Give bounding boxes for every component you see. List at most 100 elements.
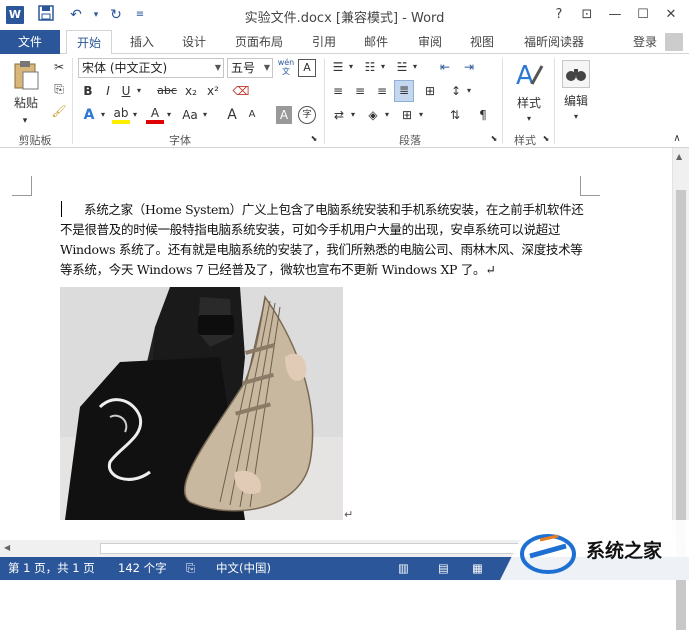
- numbering-icon[interactable]: ☷: [362, 58, 378, 76]
- font-color-dropdown-icon[interactable]: ▾: [164, 106, 174, 124]
- shading-dropdown-icon[interactable]: ▾: [382, 106, 392, 124]
- avatar[interactable]: [665, 33, 683, 51]
- multilevel-dropdown-icon[interactable]: ▾: [410, 58, 420, 76]
- styles-dropdown-icon[interactable]: ▾: [522, 110, 536, 128]
- paste-dropdown-icon[interactable]: ▾: [18, 112, 32, 130]
- font-size-value: 五号: [231, 61, 256, 75]
- text-effects-dropdown-icon[interactable]: ▾: [98, 106, 108, 124]
- shading-icon[interactable]: ◈: [364, 106, 382, 124]
- numbering-dropdown-icon[interactable]: ▾: [378, 58, 388, 76]
- distributed-icon[interactable]: ⊞: [420, 82, 440, 100]
- line-spacing-icon[interactable]: ↕: [448, 82, 464, 100]
- align-center-icon[interactable]: ≡: [352, 82, 368, 100]
- decrease-indent-icon[interactable]: ⇤: [436, 58, 454, 76]
- separator: [554, 58, 555, 144]
- tab-references[interactable]: 引用: [304, 30, 344, 54]
- font-name-value: 宋体 (中文正文): [82, 61, 168, 75]
- character-border-button[interactable]: A: [298, 59, 316, 77]
- word-count[interactable]: 142 个字: [118, 557, 167, 580]
- tab-review[interactable]: 审阅: [410, 30, 450, 54]
- cut-icon[interactable]: ✂: [50, 58, 68, 76]
- subscript-button[interactable]: x₂: [182, 82, 200, 100]
- tab-file[interactable]: 文件: [0, 30, 60, 54]
- collapse-ribbon-icon[interactable]: ∧: [670, 130, 684, 148]
- character-shading-icon[interactable]: A: [276, 106, 292, 124]
- font-group-label: 字体: [169, 134, 191, 147]
- read-mode-icon[interactable]: ▥: [398, 557, 409, 580]
- tab-page-layout[interactable]: 页面布局: [230, 30, 288, 54]
- tab-home[interactable]: 开始: [66, 30, 112, 55]
- paragraph-dialog-launcher-icon[interactable]: ⬊: [488, 130, 500, 148]
- print-layout-icon[interactable]: ▤: [438, 557, 449, 580]
- enclose-characters-icon[interactable]: 字: [298, 106, 316, 124]
- highlight-dropdown-icon[interactable]: ▾: [130, 106, 140, 124]
- show-marks-icon[interactable]: ¶: [474, 106, 492, 124]
- increase-indent-icon[interactable]: ⇥: [460, 58, 478, 76]
- maximize-button[interactable]: ☐: [632, 4, 654, 26]
- sort-icon[interactable]: ⇅: [446, 106, 464, 124]
- align-left-icon[interactable]: ≡: [330, 82, 346, 100]
- multilevel-list-icon[interactable]: ☱: [394, 58, 410, 76]
- document-image[interactable]: [60, 287, 343, 520]
- change-case-icon[interactable]: Aa: [180, 106, 200, 124]
- phonetic-guide-button[interactable]: wén 文: [276, 58, 296, 76]
- underline-dropdown-icon[interactable]: ▾: [134, 82, 144, 100]
- web-layout-icon[interactable]: ▦: [472, 557, 483, 580]
- tab-design[interactable]: 设计: [174, 30, 214, 54]
- tab-insert[interactable]: 插入: [122, 30, 162, 54]
- styles-dialog-launcher-icon[interactable]: ⬊: [540, 130, 552, 148]
- line-spacing-dropdown-icon[interactable]: ▾: [464, 82, 474, 100]
- scroll-left-icon[interactable]: ◀: [4, 543, 10, 552]
- proofing-icon[interactable]: ⎘: [186, 557, 195, 580]
- styles-icon[interactable]: A: [514, 58, 544, 92]
- tab-view[interactable]: 视图: [462, 30, 502, 54]
- ribbon-display-button[interactable]: ⊡: [576, 4, 598, 26]
- clear-formatting-icon[interactable]: ⌫: [232, 82, 250, 100]
- align-right-icon[interactable]: ≡: [374, 82, 390, 100]
- binoculars-icon[interactable]: [562, 60, 590, 88]
- text-direction-dropdown-icon[interactable]: ▾: [348, 106, 358, 124]
- minimize-button[interactable]: —: [604, 4, 626, 26]
- margin-corner-mark: [12, 176, 32, 196]
- tab-mailings[interactable]: 邮件: [356, 30, 396, 54]
- bullets-icon[interactable]: ☰: [330, 58, 346, 76]
- ribbon-tabs: 文件 开始 插入 设计 页面布局 引用 邮件 审阅 视图 福昕阅读器 登录: [0, 30, 689, 55]
- document-paragraph[interactable]: 系统之家（Home System）广义上包含了电脑系统安装和手机系统安装，在之前…: [60, 200, 590, 280]
- login-link[interactable]: 登录: [633, 30, 657, 54]
- help-button[interactable]: ?: [548, 4, 570, 26]
- font-name-combo[interactable]: 宋体 (中文正文) ▼: [78, 58, 224, 78]
- italic-button[interactable]: I: [100, 82, 116, 100]
- scroll-up-icon[interactable]: ▲: [676, 152, 682, 161]
- borders-icon[interactable]: ⊞: [398, 106, 416, 124]
- superscript-button[interactable]: x²: [204, 82, 222, 100]
- shrink-font-icon[interactable]: A: [244, 106, 260, 124]
- phonetic-guide-label: wén: [277, 58, 295, 67]
- justify-icon[interactable]: ≣: [394, 80, 414, 102]
- grow-font-icon[interactable]: A: [224, 106, 240, 124]
- highlight-icon[interactable]: ab: [112, 106, 130, 124]
- page-count[interactable]: 第 1 页，共 1 页: [8, 557, 95, 580]
- svg-text:A: A: [516, 61, 534, 91]
- paste-button[interactable]: 粘贴: [10, 94, 42, 112]
- underline-button[interactable]: U: [118, 82, 134, 100]
- text-effects-icon[interactable]: A: [80, 106, 98, 124]
- font-size-combo[interactable]: 五号 ▼: [227, 58, 273, 78]
- close-button[interactable]: ✕: [660, 4, 682, 26]
- copy-icon[interactable]: ⎘: [50, 80, 68, 98]
- format-painter-icon[interactable]: 🖌: [50, 102, 68, 120]
- font-color-icon[interactable]: A: [146, 106, 164, 124]
- language-indicator[interactable]: 中文(中国): [216, 557, 271, 580]
- chevron-down-icon: ▼: [214, 63, 221, 72]
- change-case-dropdown-icon[interactable]: ▾: [200, 106, 210, 124]
- vertical-scrollbar[interactable]: ▲: [672, 148, 689, 630]
- borders-dropdown-icon[interactable]: ▾: [416, 106, 426, 124]
- font-dialog-launcher-icon[interactable]: ⬊: [308, 130, 320, 148]
- text-direction-icon[interactable]: ⇄: [330, 106, 348, 124]
- bullets-dropdown-icon[interactable]: ▾: [346, 58, 356, 76]
- title-bar: W ↶ ▾ ↻ ≡ 实验文件.docx [兼容模式] - Word ? ⊡ — …: [0, 0, 689, 30]
- bold-button[interactable]: B: [80, 82, 96, 100]
- editing-dropdown-icon[interactable]: ▾: [569, 108, 583, 126]
- paste-icon[interactable]: [12, 60, 40, 90]
- strikethrough-button[interactable]: abc: [156, 82, 178, 100]
- tab-foxit-reader[interactable]: 福昕阅读器: [516, 30, 592, 54]
